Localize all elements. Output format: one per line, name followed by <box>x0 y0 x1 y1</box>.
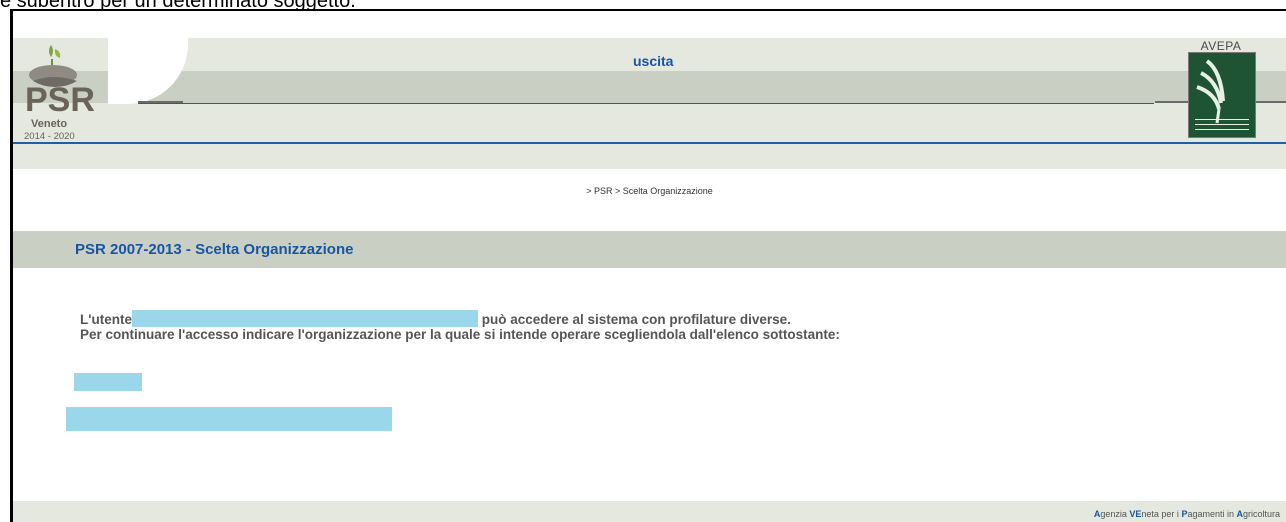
page-title: PSR 2007-2013 - Scelta Organizzazione <box>75 241 354 258</box>
redacted-username <box>131 310 478 328</box>
psr-logo-region: Veneto <box>31 118 67 130</box>
message-prefix: L'utente <box>80 312 132 327</box>
psr-logo-years: 2014 - 2020 <box>24 131 75 142</box>
header-band-bottom <box>13 103 1286 142</box>
footer-agency-name: Agenzia VEneta per i Pagamenti in Agrico… <box>1093 509 1280 519</box>
exit-link[interactable]: uscita <box>633 53 673 69</box>
wheat-icon <box>1195 59 1249 130</box>
avepa-logo-text: AVEPA <box>1200 39 1242 53</box>
browser-page-frame: PSR Veneto 2014 - 2020 uscita AVEPA > PS… <box>10 9 1286 522</box>
message-line2: Per continuare l'accesso indicare l'orga… <box>80 327 840 343</box>
subnav-bar <box>13 144 1286 169</box>
header-band-middle <box>13 71 1286 103</box>
footer: Agenzia VEneta per i Pagamenti in Agrico… <box>13 501 1286 522</box>
message-suffix: può accedere al sistema con profilature … <box>481 312 791 327</box>
organization-option-redacted[interactable] <box>66 407 392 431</box>
header-blue-line <box>138 103 1154 104</box>
avepa-logo: AVEPA <box>1183 39 1259 138</box>
organization-option-redacted[interactable] <box>74 373 142 391</box>
info-message: L'utente può accedere al sistema con pro… <box>80 310 840 343</box>
avepa-wheat-emblem <box>1188 52 1256 138</box>
breadcrumb: > PSR > Scelta Organizzazione <box>586 186 713 196</box>
psr-veneto-logo: PSR Veneto 2014 - 2020 <box>24 45 95 142</box>
psr-logo-text: PSR <box>25 81 95 119</box>
